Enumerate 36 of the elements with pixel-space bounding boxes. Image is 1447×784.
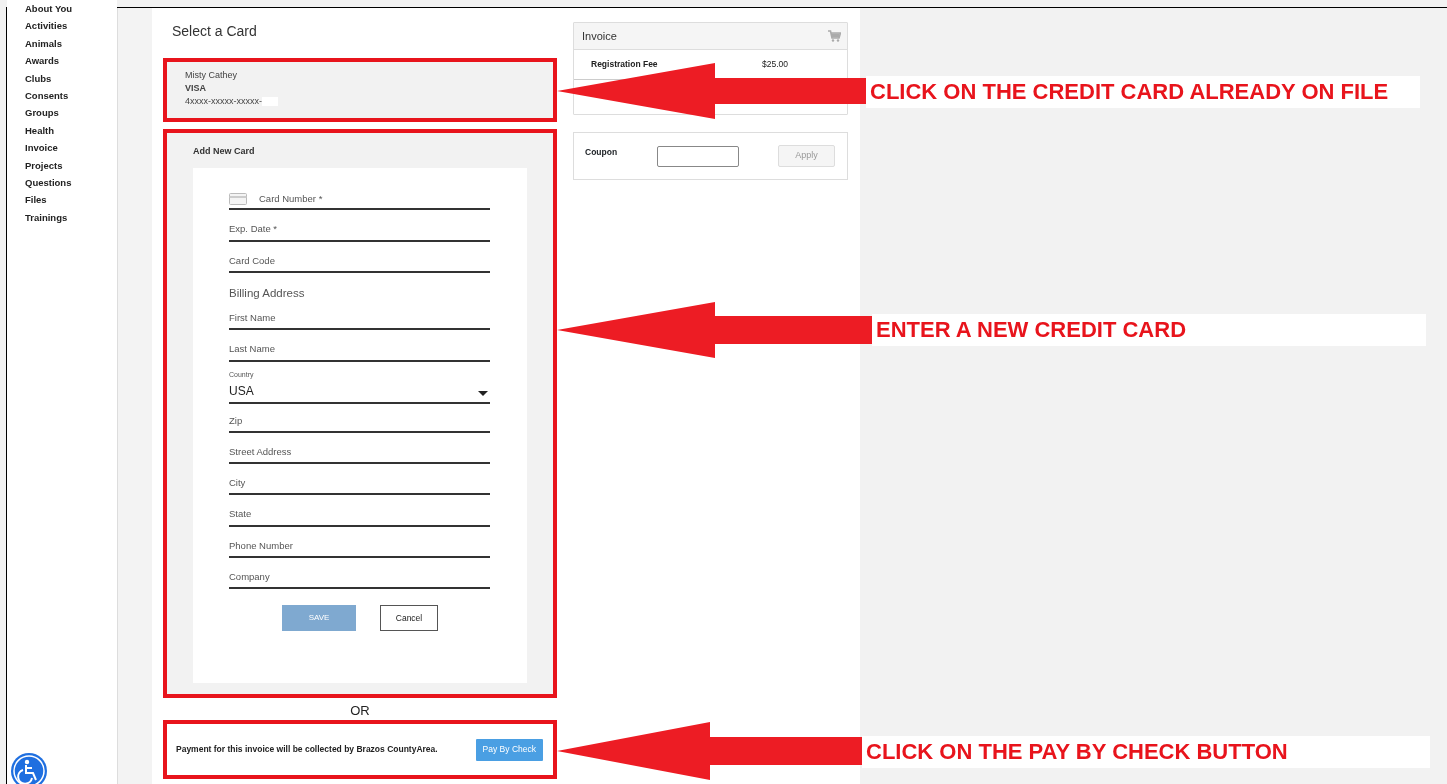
coupon-label: Coupon (585, 145, 619, 159)
sidebar-link[interactable]: Trainings (25, 208, 117, 227)
cart-icon (828, 30, 841, 42)
sidebar-link[interactable]: Animals (25, 34, 117, 53)
sidebar-link[interactable]: Consents (25, 87, 117, 105)
cancel-button[interactable]: Cancel (380, 605, 438, 631)
sidebar-link[interactable]: Health (25, 121, 117, 140)
sidebar-link[interactable]: Awards (25, 52, 117, 70)
or-separator: OR (349, 702, 371, 720)
sidebar-link[interactable]: Invoice (25, 139, 117, 157)
callout-text: CLICK ON THE PAY BY CHECK BUTTON (862, 736, 1430, 768)
sidebar-link[interactable]: Projects (25, 156, 117, 175)
accessibility-button[interactable] (10, 752, 48, 784)
page-title: Select a Card (172, 22, 258, 41)
saved-card-panel[interactable]: Misty Cathey VISA 4xxxx-xxxxx-xxxxx- (167, 62, 553, 118)
line-item-name: Registration Fee (591, 58, 659, 71)
payment-note: Payment for this invoice will be collected by Brazos CountyArea. (176, 743, 438, 756)
sidebar-link[interactable]: Groups (25, 104, 117, 122)
coupon-field[interactable] (657, 145, 739, 167)
line-item-amount: $25.00 (762, 58, 788, 71)
panel-title: Add New Card (193, 145, 256, 158)
masked-card-number: 4xxxx-xxxxx-xxxxx- (185, 96, 262, 106)
sidebar-link[interactable]: Files (25, 191, 117, 209)
sidebar-link[interactable]: About You (25, 0, 117, 18)
sidebar-link[interactable]: Activities (25, 17, 117, 35)
card-brand: VISA (185, 82, 207, 95)
section-heading: Billing Address (229, 285, 306, 301)
sidebar-link[interactable]: Questions (25, 174, 117, 192)
cardholder-name: Misty Cathey (185, 69, 238, 82)
sidebar-link[interactable]: Clubs (25, 69, 117, 88)
country-select[interactable]: USA (229, 381, 490, 400)
callout-text: ENTER A NEW CREDIT CARD (872, 314, 1426, 346)
dropdown-caret-icon (478, 390, 488, 396)
credit-card-icon (229, 193, 247, 206)
card-title: Invoice (582, 28, 617, 44)
callout-text: CLICK ON THE CREDIT CARD ALREADY ON FILE (866, 76, 1420, 108)
